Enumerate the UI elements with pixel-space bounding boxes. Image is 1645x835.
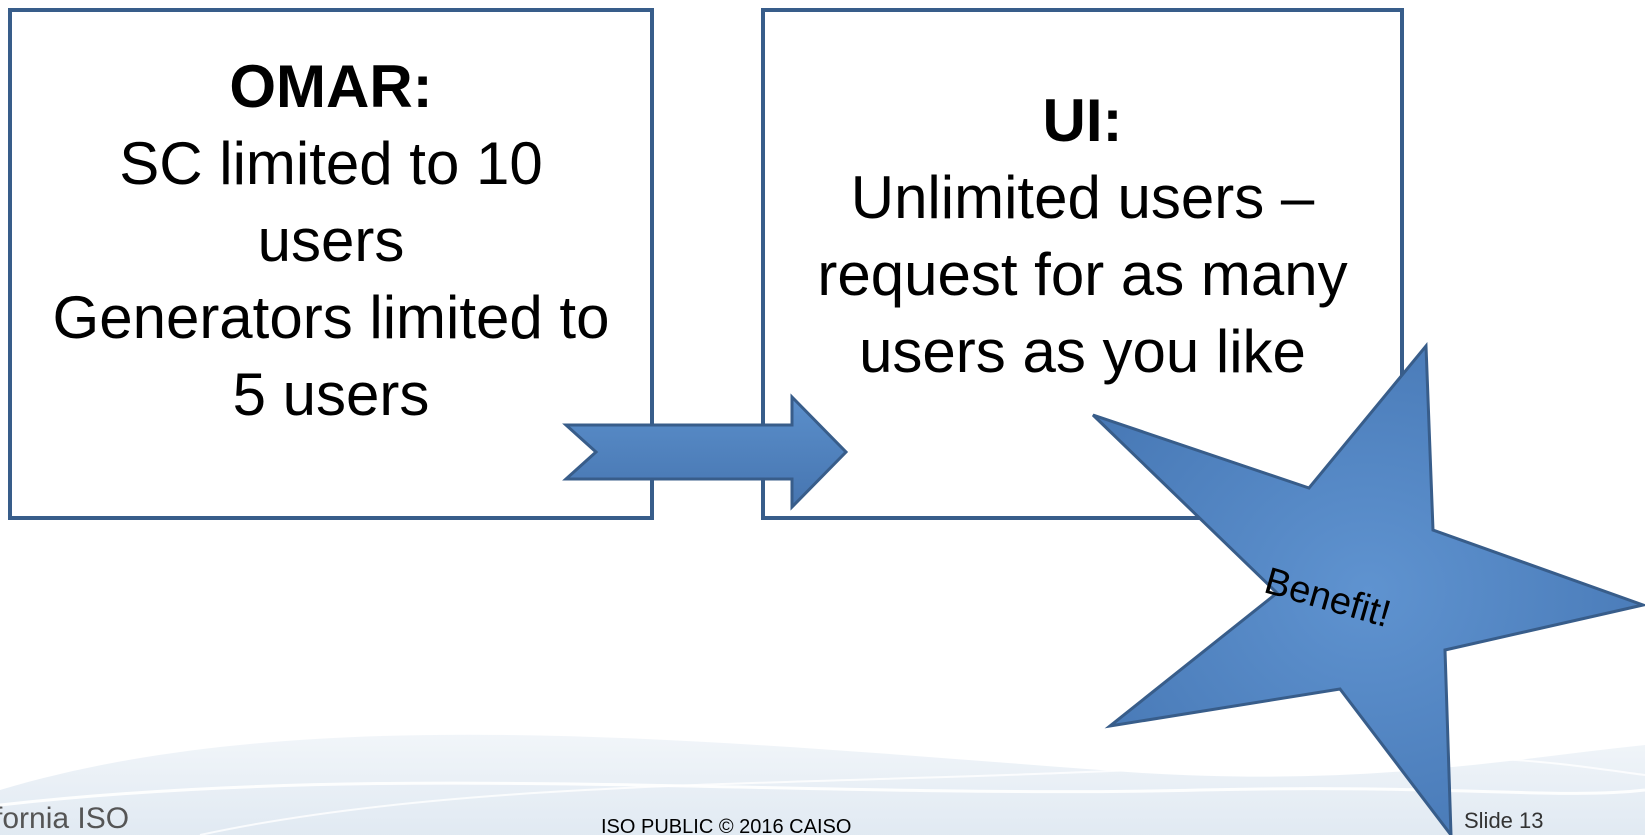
star-icon <box>1091 342 1645 835</box>
slide: OMAR: SC limited to 10 users Generators … <box>0 0 1645 835</box>
logo-text: fornia ISO <box>0 802 130 835</box>
slide-number: Slide 13 <box>1464 808 1544 833</box>
footer-copyright: ISO PUBLIC © 2016 CAISO <box>601 816 852 835</box>
